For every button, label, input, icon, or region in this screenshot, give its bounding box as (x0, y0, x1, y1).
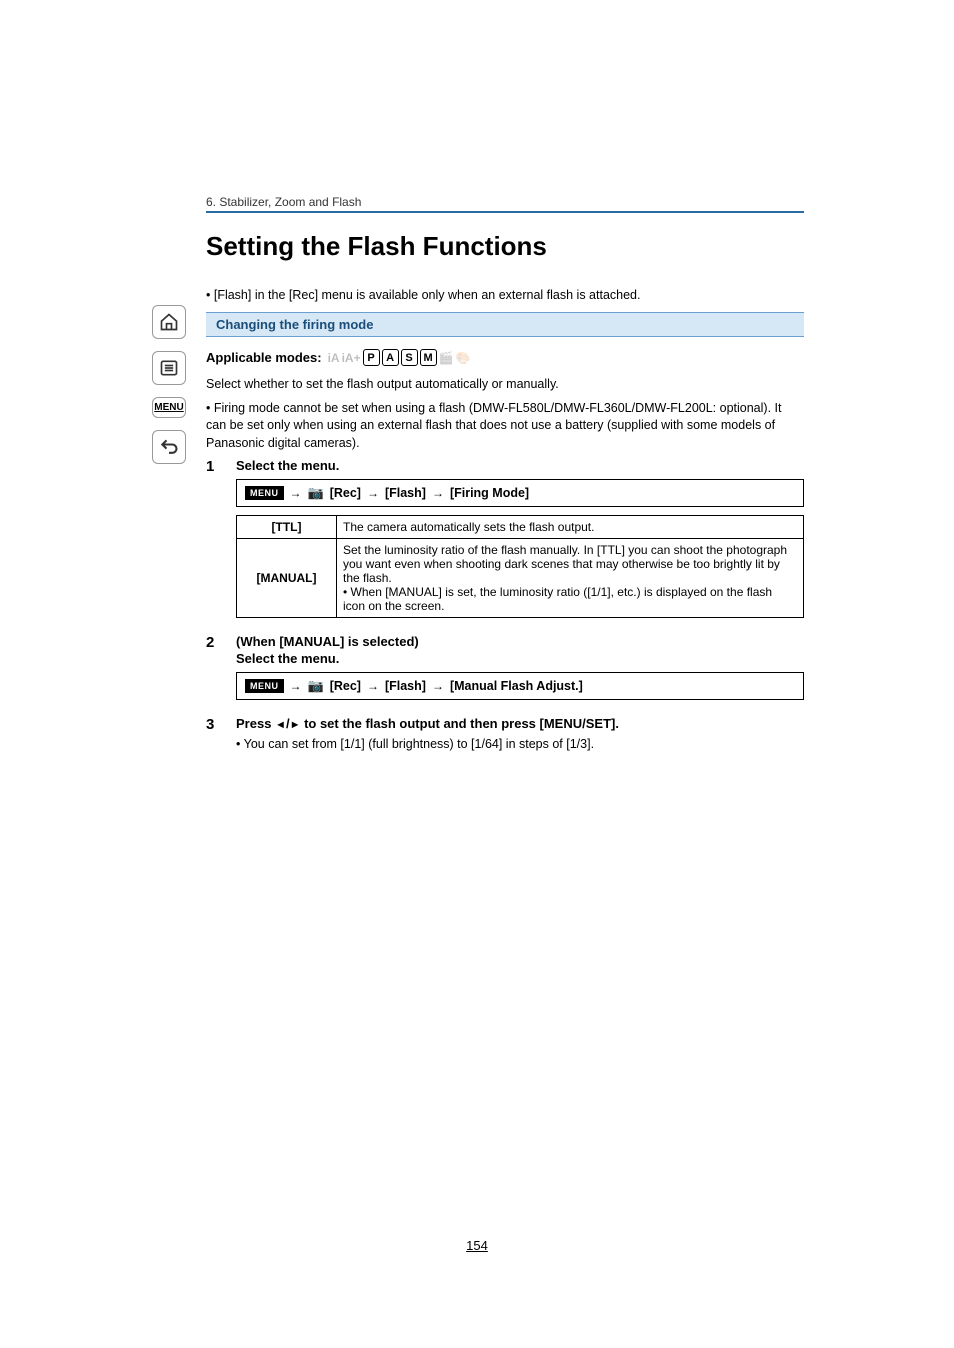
option-ttl-desc: The camera automatically sets the flash … (337, 516, 804, 539)
menu-icon: MENU (245, 486, 284, 500)
menu-button[interactable]: MENU (152, 397, 186, 418)
mode-iaplus-icon: iA+ (342, 351, 361, 365)
arrow-icon: → (367, 679, 379, 693)
step-1-title: Select the menu. (236, 458, 804, 473)
mode-p-icon: P (363, 349, 380, 366)
arrow-icon: → (290, 679, 302, 693)
option-manual-label: [MANUAL] (237, 539, 337, 618)
paragraph-1: Select whether to set the flash output a… (206, 376, 804, 394)
mode-m-icon: M (420, 349, 437, 366)
camera-icon: 📷 (308, 485, 324, 501)
arrow-icon: → (432, 679, 444, 693)
step-3-title: Press / to set the flash output and then… (236, 716, 804, 731)
mode-a-icon: A (382, 349, 399, 366)
menu-path-1: MENU → 📷 [Rec] → [Flash] → [Firing Mode] (236, 479, 804, 507)
applicable-modes: Applicable modes: iA iA+ P A S M 🎬 🎨 (206, 349, 804, 366)
arrow-icon: → (432, 486, 444, 500)
right-arrow-icon (290, 716, 301, 731)
path-manual-adjust: [Manual Flash Adjust.] (450, 679, 583, 693)
page-number: 154 (0, 1238, 954, 1253)
home-icon[interactable] (152, 305, 186, 339)
step-number: 1 (206, 458, 222, 626)
note-flash: • [Flash] in the [Rec] menu is available… (206, 288, 804, 302)
left-arrow-icon (275, 716, 286, 731)
back-icon[interactable] (152, 430, 186, 464)
option-ttl-label: [TTL] (237, 516, 337, 539)
table-row: [MANUAL] Set the luminosity ratio of the… (237, 539, 804, 618)
step-2-title-2: Select the menu. (236, 651, 804, 666)
arrow-icon: → (290, 486, 302, 500)
step-2-title-1: (When [MANUAL] is selected) (236, 634, 804, 649)
camera-icon: 📷 (308, 678, 324, 694)
step-3-sub: • You can set from [1/1] (full brightnes… (236, 737, 804, 751)
applicable-label: Applicable modes: (206, 350, 322, 365)
path-rec: [Rec] (330, 679, 361, 693)
mode-s-icon: S (401, 349, 418, 366)
arrow-icon: → (367, 486, 379, 500)
menu-icon: MENU (245, 679, 284, 693)
step-number: 3 (206, 716, 222, 751)
menu-path-2: MENU → 📷 [Rec] → [Flash] → [Manual Flash… (236, 672, 804, 700)
mode-movie-icon: 🎬 (439, 351, 454, 365)
path-rec: [Rec] (330, 486, 361, 500)
step-number: 2 (206, 634, 222, 708)
table-row: [TTL] The camera automatically sets the … (237, 516, 804, 539)
mode-ia-icon: iA (328, 351, 340, 365)
section-breadcrumb: 6. Stabilizer, Zoom and Flash (206, 195, 804, 211)
path-flash: [Flash] (385, 679, 426, 693)
subheading: Changing the firing mode (206, 312, 804, 337)
page-title: Setting the Flash Functions (206, 231, 804, 262)
mode-palette-icon: 🎨 (456, 351, 471, 365)
path-firing-mode: [Firing Mode] (450, 486, 529, 500)
option-manual-desc: Set the luminosity ratio of the flash ma… (337, 539, 804, 618)
options-table: [TTL] The camera automatically sets the … (236, 515, 804, 618)
path-flash: [Flash] (385, 486, 426, 500)
toc-icon[interactable] (152, 351, 186, 385)
paragraph-2: • Firing mode cannot be set when using a… (206, 400, 804, 453)
